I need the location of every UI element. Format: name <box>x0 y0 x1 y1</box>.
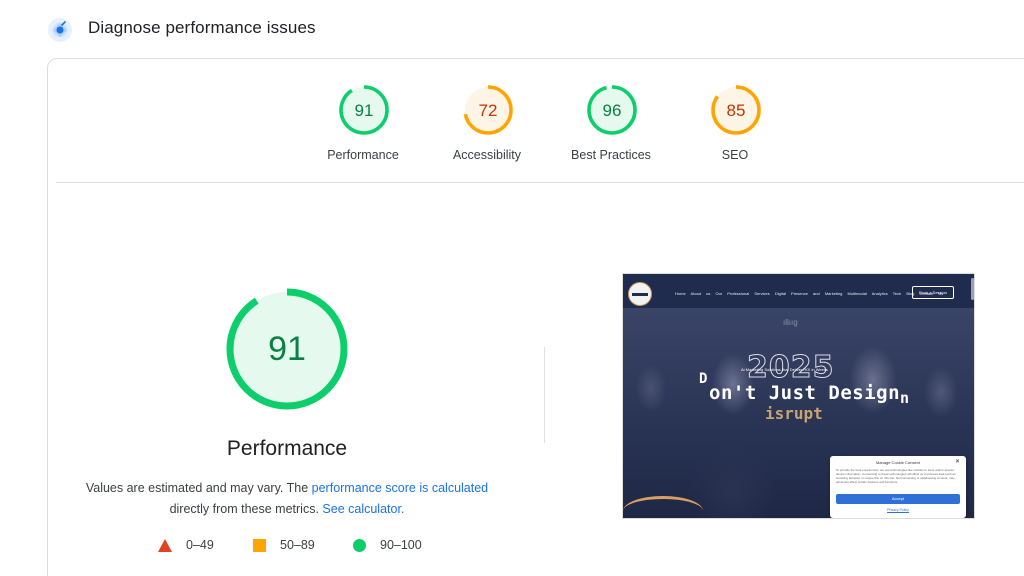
lighthouse-icon <box>48 18 72 42</box>
consent-title: Manage Cookie Consent <box>875 460 921 465</box>
site-cta-button: Book a Session <box>912 286 954 299</box>
desc-text: Values are estimated and may vary. The <box>85 481 312 495</box>
gauge-label: SEO <box>721 148 749 162</box>
legend-label: 90–100 <box>380 538 422 552</box>
legend-label: 50–89 <box>280 538 315 552</box>
site-nav-items: Home About us Our Professional Services … <box>675 291 944 296</box>
gauge-ring: 85 <box>711 85 761 135</box>
gauge-label: Best Practices <box>571 148 651 162</box>
see-calculator-link[interactable]: See calculator. <box>322 502 404 516</box>
category-gauges: 91 Performance 72 Accessibility 96 Best … <box>308 84 768 168</box>
consent-text: To provide the best experiences, we use … <box>836 468 956 484</box>
gauge-ring: 91 <box>339 85 389 135</box>
gauge-label: Accessibility <box>452 148 522 162</box>
vertical-divider <box>544 347 545 443</box>
desc-text: directly from these metrics. <box>169 501 323 516</box>
hero-headline: on't Just Designn <box>709 382 910 407</box>
score-calculated-link[interactable]: performance score is calculated <box>312 481 488 495</box>
gauge-accessibility[interactable]: 72 Accessibility <box>432 84 542 168</box>
hero-decor: ıllııg <box>783 318 798 327</box>
consent-accept-button: Accept <box>836 494 960 504</box>
triangle-icon <box>158 539 172 552</box>
consent-privacy-link: Privacy Policy <box>887 508 909 512</box>
hero-headline-n: n <box>900 389 910 407</box>
hero-headline-text: on't Just Design <box>709 382 901 404</box>
performance-score: 91 <box>268 330 306 368</box>
gauge-best-practices[interactable]: 96 Best Practices <box>556 84 666 168</box>
square-icon <box>253 539 266 552</box>
site-logo <box>628 282 652 306</box>
decor-arc <box>623 496 703 518</box>
gauge-score: 72 <box>479 101 498 120</box>
section-header: Diagnose performance issues <box>0 0 1024 58</box>
circle-icon <box>353 539 366 552</box>
score-legend: 0–49 50–89 90–100 <box>158 538 458 554</box>
performance-title: Performance <box>226 437 348 460</box>
score-description: Values are estimated and may vary. The p… <box>60 478 514 519</box>
page-title: Diagnose performance issues <box>88 18 316 37</box>
close-icon: ✕ <box>954 459 960 465</box>
legend-label: 0–49 <box>186 538 214 552</box>
site-scrollbar <box>971 278 974 300</box>
performance-score-gauge: 91 <box>226 288 348 410</box>
gauge-seo[interactable]: 85 SEO <box>680 84 790 168</box>
gauge-score: 91 <box>355 101 374 120</box>
hero-tagline: Ai Marketing Solutions that Deliver ROI … <box>741 367 828 372</box>
gauge-score: 85 <box>727 101 746 120</box>
gauge-ring: 96 <box>587 85 637 135</box>
site-nav: Home About us Our Professional Services … <box>623 274 974 312</box>
gauge-ring: 72 <box>463 85 513 135</box>
gauge-performance[interactable]: 91 Performance <box>308 84 418 168</box>
page-screenshot: ıllııg Home About us Our Professional Se… <box>622 273 975 519</box>
hero-subline: isrupt <box>765 404 823 423</box>
gauge-label: Performance <box>327 148 399 162</box>
divider <box>56 182 1024 183</box>
cookie-consent-dialog: Manage Cookie Consent ✕ To provide the b… <box>830 456 966 518</box>
gauge-score: 96 <box>603 101 622 120</box>
hero-headline-d: D <box>699 371 708 387</box>
